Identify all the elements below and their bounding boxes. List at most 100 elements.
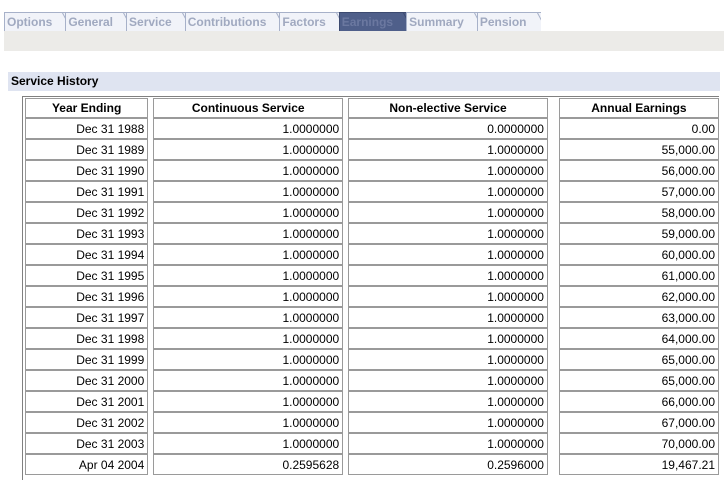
- cell-year-ending: Dec 31 2001: [25, 391, 149, 412]
- cell-continuous-service: 1.0000000: [153, 139, 344, 160]
- table-body: Dec 31 1988 1.0000000 0.0000000 0.00 Dec 31 …: [25, 118, 719, 475]
- tab-service[interactable]: Service: [126, 12, 186, 31]
- tab-label: Options: [7, 15, 53, 29]
- tab-label: Factors: [282, 15, 326, 29]
- cell-continuous-service: 1.0000000: [153, 118, 344, 139]
- tab-label: Summary: [409, 15, 464, 29]
- cell-annual-earnings: 58,000.00: [558, 202, 719, 223]
- tab-earnings[interactable]: Earnings: [338, 12, 408, 31]
- cell-continuous-service: 0.2595628: [153, 454, 344, 475]
- tab-label: General: [68, 15, 114, 29]
- cell-year-ending: Dec 31 1994: [25, 244, 149, 265]
- cell-continuous-service: 1.0000000: [153, 202, 344, 223]
- cell-annual-earnings: 56,000.00: [558, 160, 719, 181]
- table-row: Dec 31 2003 1.0000000 1.0000000 70,000.00: [25, 433, 719, 454]
- tab-label: Pension: [479, 15, 527, 29]
- cell-annual-earnings: 70,000.00: [558, 433, 719, 454]
- header-non-elective-service: Non-elective Service: [348, 98, 548, 118]
- table-row: Dec 31 1996 1.0000000 1.0000000 62,000.00: [25, 286, 719, 307]
- tab-pension[interactable]: Pension: [476, 12, 541, 31]
- cell-year-ending: Dec 31 1990: [25, 160, 149, 181]
- tab-label: Earnings: [341, 15, 394, 29]
- cell-annual-earnings: 60,000.00: [558, 244, 719, 265]
- cell-annual-earnings: 19,467.21: [558, 454, 719, 475]
- cell-year-ending: Dec 31 1999: [25, 349, 149, 370]
- table-row: Dec 31 1993 1.0000000 1.0000000 59,000.00: [25, 223, 719, 244]
- header-year-ending: Year Ending: [25, 98, 149, 118]
- tab-label: Service: [129, 15, 172, 29]
- cell-year-ending: Dec 31 2002: [25, 412, 149, 433]
- tab-summary[interactable]: Summary: [406, 12, 478, 31]
- cell-non-elective-service: 1.0000000: [348, 244, 548, 265]
- cell-annual-earnings: 57,000.00: [558, 181, 719, 202]
- table-row: Dec 31 2001 1.0000000 1.0000000 66,000.00: [25, 391, 719, 412]
- table-row: Dec 31 1997 1.0000000 1.0000000 63,000.00: [25, 307, 719, 328]
- cell-continuous-service: 1.0000000: [153, 412, 344, 433]
- cell-year-ending: Dec 31 1991: [25, 181, 149, 202]
- cell-annual-earnings: 67,000.00: [558, 412, 719, 433]
- cell-continuous-service: 1.0000000: [153, 307, 344, 328]
- cell-annual-earnings: 64,000.00: [558, 328, 719, 349]
- cell-year-ending: Dec 31 2003: [25, 433, 149, 454]
- cell-non-elective-service: 1.0000000: [348, 349, 548, 370]
- table-row: Dec 31 1988 1.0000000 0.0000000 0.00: [25, 118, 719, 139]
- cell-non-elective-service: 1.0000000: [348, 286, 548, 307]
- cell-non-elective-service: 1.0000000: [348, 181, 548, 202]
- cell-non-elective-service: 0.2596000: [348, 454, 548, 475]
- cell-non-elective-service: 1.0000000: [348, 370, 548, 391]
- cell-continuous-service: 1.0000000: [153, 349, 344, 370]
- service-history-grid: Year Ending Continuous Service Non-elect…: [22, 96, 719, 480]
- table-row: Dec 31 2000 1.0000000 1.0000000 65,000.00: [25, 370, 719, 391]
- table-row: Dec 31 1998 1.0000000 1.0000000 64,000.00: [25, 328, 719, 349]
- cell-non-elective-service: 1.0000000: [348, 307, 548, 328]
- cell-non-elective-service: 1.0000000: [348, 223, 548, 244]
- table-row: Dec 31 2002 1.0000000 1.0000000 67,000.00: [25, 412, 719, 433]
- cell-year-ending: Dec 31 1989: [25, 139, 149, 160]
- cell-year-ending: Dec 31 1993: [25, 223, 149, 244]
- cell-year-ending: Dec 31 1995: [25, 265, 149, 286]
- tab-contributions[interactable]: Contributions: [184, 12, 281, 31]
- cell-annual-earnings: 66,000.00: [558, 391, 719, 412]
- cell-annual-earnings: 65,000.00: [558, 349, 719, 370]
- section-title: Service History: [8, 72, 720, 91]
- tab-options[interactable]: Options: [4, 12, 67, 31]
- cell-continuous-service: 1.0000000: [153, 328, 344, 349]
- cell-year-ending: Dec 31 2000: [25, 370, 149, 391]
- table-row: Dec 31 1989 1.0000000 1.0000000 55,000.00: [25, 139, 719, 160]
- tab-label: Contributions: [187, 15, 267, 29]
- cell-continuous-service: 1.0000000: [153, 370, 344, 391]
- tab-general[interactable]: General: [65, 12, 128, 31]
- cell-non-elective-service: 1.0000000: [348, 202, 548, 223]
- cell-annual-earnings: 59,000.00: [558, 223, 719, 244]
- cell-continuous-service: 1.0000000: [153, 286, 344, 307]
- cell-annual-earnings: 62,000.00: [558, 286, 719, 307]
- tab-bar: Options General Service Contributions Fa…: [4, 11, 541, 31]
- cell-year-ending: Dec 31 1992: [25, 202, 149, 223]
- cell-non-elective-service: 1.0000000: [348, 412, 548, 433]
- cell-year-ending: Dec 31 1997: [25, 307, 149, 328]
- cell-annual-earnings: 0.00: [558, 118, 719, 139]
- cell-year-ending: Dec 31 1996: [25, 286, 149, 307]
- tab-content-strip: [4, 31, 724, 51]
- table-header-row: Year Ending Continuous Service Non-elect…: [25, 98, 719, 118]
- cell-annual-earnings: 61,000.00: [558, 265, 719, 286]
- cell-non-elective-service: 1.0000000: [348, 265, 548, 286]
- cell-continuous-service: 1.0000000: [153, 244, 344, 265]
- cell-annual-earnings: 63,000.00: [558, 307, 719, 328]
- table-row: Dec 31 1992 1.0000000 1.0000000 58,000.00: [25, 202, 719, 223]
- cell-non-elective-service: 0.0000000: [348, 118, 548, 139]
- table-row: Dec 31 1990 1.0000000 1.0000000 56,000.00: [25, 160, 719, 181]
- cell-non-elective-service: 1.0000000: [348, 160, 548, 181]
- earnings-page: Options General Service Contributions Fa…: [0, 0, 724, 483]
- table-row: Dec 31 1995 1.0000000 1.0000000 61,000.00: [25, 265, 719, 286]
- cell-continuous-service: 1.0000000: [153, 433, 344, 454]
- table-row: Apr 04 2004 0.2595628 0.2596000 19,467.21: [25, 454, 719, 475]
- cell-non-elective-service: 1.0000000: [348, 433, 548, 454]
- table-row: Dec 31 1994 1.0000000 1.0000000 60,000.00: [25, 244, 719, 265]
- table-row: Dec 31 1991 1.0000000 1.0000000 57,000.00: [25, 181, 719, 202]
- cell-annual-earnings: 65,000.00: [558, 370, 719, 391]
- tab-factors[interactable]: Factors: [279, 12, 340, 31]
- cell-year-ending: Dec 31 1998: [25, 328, 149, 349]
- cell-continuous-service: 1.0000000: [153, 223, 344, 244]
- cell-non-elective-service: 1.0000000: [348, 391, 548, 412]
